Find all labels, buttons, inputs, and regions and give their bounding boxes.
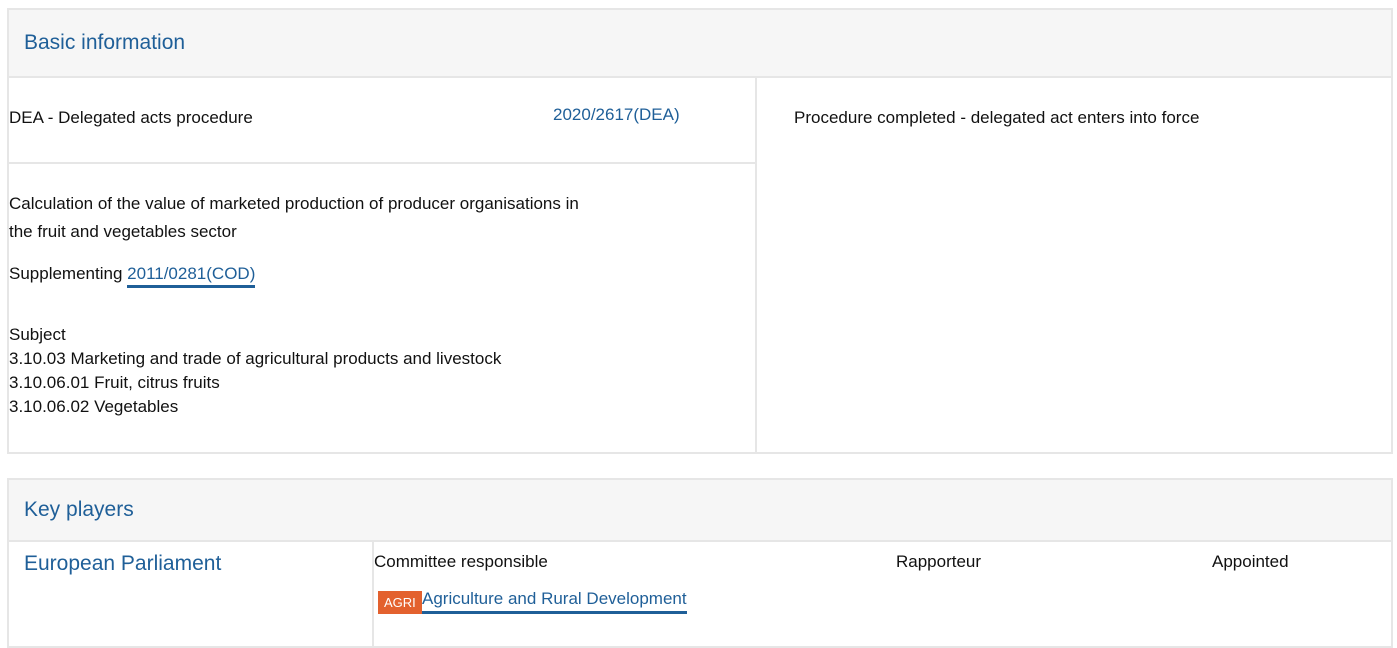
committee-code-badge: AGRI bbox=[378, 591, 422, 614]
basic-information-panel: Basic information DEA - Delegated acts p… bbox=[7, 8, 1393, 454]
procedure-type-row: DEA - Delegated acts procedure 2020/2617… bbox=[9, 78, 755, 164]
supplementing-label: Supplementing bbox=[9, 264, 123, 283]
subject-item: 3.10.06.01 Fruit, citrus fruits bbox=[9, 373, 220, 392]
subject-item: 3.10.03 Marketing and trade of agricultu… bbox=[9, 349, 502, 368]
institution-link-european-parliament[interactable]: European Parliament bbox=[24, 552, 221, 576]
subject-label: Subject bbox=[9, 325, 66, 344]
subject-block: Subject 3.10.03 Marketing and trade of a… bbox=[9, 323, 501, 419]
supplementing-row: Supplementing 2011/0281(COD) bbox=[9, 264, 256, 288]
column-header-rapporteur: Rapporteur bbox=[896, 552, 982, 571]
column-header-appointed: Appointed bbox=[1212, 552, 1289, 571]
european-parliament-details: Committee responsible Rapporteur Appoint… bbox=[372, 542, 1391, 646]
committee-link[interactable]: Agriculture and Rural Development bbox=[422, 589, 687, 614]
key-players-panel: Key players European Parliament Committe… bbox=[7, 478, 1393, 648]
basic-information-right-column: Procedure completed - delegated act ente… bbox=[759, 78, 1391, 454]
supplementing-link[interactable]: 2011/0281(COD) bbox=[127, 264, 256, 288]
procedure-title-line-2: the fruit and vegetables sector bbox=[9, 222, 237, 241]
basic-information-left-column: DEA - Delegated acts procedure 2020/2617… bbox=[9, 78, 757, 454]
subject-item: 3.10.06.02 Vegetables bbox=[9, 397, 179, 416]
procedure-title: Calculation of the value of marketed pro… bbox=[9, 190, 749, 246]
procedure-status: Procedure completed - delegated act ente… bbox=[794, 108, 1200, 127]
key-players-heading: Key players bbox=[9, 480, 1391, 542]
procedure-type: DEA - Delegated acts procedure bbox=[9, 108, 253, 127]
basic-information-heading: Basic information bbox=[9, 10, 1391, 78]
procedure-reference-link[interactable]: 2020/2617(DEA) bbox=[553, 105, 680, 125]
procedure-title-line-1: Calculation of the value of marketed pro… bbox=[9, 194, 579, 213]
column-header-committee: Committee responsible bbox=[374, 552, 548, 571]
